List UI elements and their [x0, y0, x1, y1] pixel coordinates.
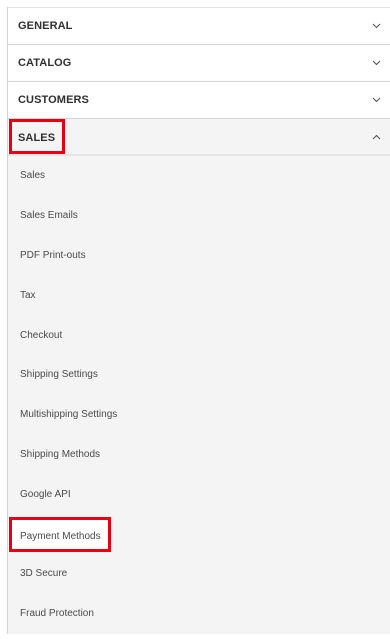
section-general[interactable]: GENERAL [8, 7, 390, 44]
sales-item-pdf-printouts[interactable]: PDF Print-outs [8, 236, 390, 276]
sales-item-payment-methods[interactable]: Payment Methods [8, 514, 390, 554]
sales-item-sales-emails[interactable]: Sales Emails [8, 196, 390, 236]
subitem-label: 3D Secure [20, 568, 68, 580]
subitem-label: Checkout [20, 329, 63, 341]
sales-item-shipping-settings[interactable]: Shipping Settings [8, 355, 390, 395]
sales-item-checkout[interactable]: Checkout [8, 315, 390, 355]
subitem-label: Multishipping Settings [20, 409, 118, 421]
sales-item-shipping-methods[interactable]: Shipping Methods [8, 435, 390, 475]
subitem-label: Tax [20, 289, 36, 301]
section-customers[interactable]: CUSTOMERS [8, 81, 390, 118]
sales-item-google-api[interactable]: Google API [8, 474, 390, 514]
section-catalog-label: CATALOG [18, 57, 72, 69]
subitem-label: Fraud Protection [20, 608, 94, 620]
sales-item-fraud-protection[interactable]: Fraud Protection [8, 594, 390, 634]
payment-methods-highlight-box: Payment Methods [9, 516, 111, 552]
chevron-down-icon [371, 58, 381, 68]
subitem-label: PDF Print-outs [20, 249, 86, 261]
subitem-label: Shipping Settings [20, 369, 98, 381]
config-sidebar: GENERAL CATALOG CUSTOMERS SALES Sales Sa… [7, 7, 390, 634]
subitem-label: Google API [20, 488, 71, 500]
subitem-label: Sales Emails [20, 210, 78, 222]
section-sales[interactable]: SALES [8, 118, 390, 155]
chevron-up-icon [371, 132, 381, 142]
section-customers-label: CUSTOMERS [18, 94, 89, 106]
section-sales-label: SALES [18, 132, 56, 144]
chevron-down-icon [371, 21, 381, 31]
chevron-down-icon [371, 95, 381, 105]
subitem-label: Sales [20, 170, 46, 182]
section-catalog[interactable]: CATALOG [8, 44, 390, 81]
sales-highlight-box: SALES [9, 119, 66, 154]
sales-item-3d-secure[interactable]: 3D Secure [8, 554, 390, 594]
sales-item-tax[interactable]: Tax [8, 275, 390, 315]
sales-item-multishipping-settings[interactable]: Multishipping Settings [8, 395, 390, 435]
subitem-label: Shipping Methods [20, 448, 101, 460]
section-general-label: GENERAL [18, 20, 73, 32]
sales-item-sales[interactable]: Sales [8, 156, 390, 196]
subitem-label: Payment Methods [20, 530, 101, 542]
sales-sublist: Sales Sales Emails PDF Print-outs Tax Ch… [8, 155, 390, 634]
